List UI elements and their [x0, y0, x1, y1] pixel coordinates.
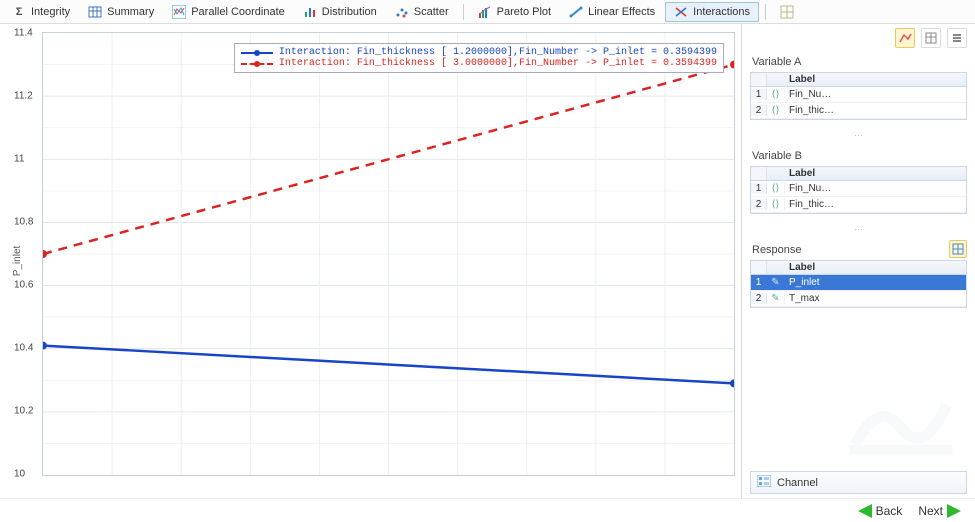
interactions-icon — [674, 5, 688, 19]
tab-label: Interactions — [693, 6, 750, 18]
tab-label: Summary — [107, 6, 154, 18]
legend-text: Interaction: Fin_thickness [ 3.0000000],… — [279, 58, 717, 69]
tab-extra-grid[interactable] — [772, 2, 802, 22]
overflow-indicator: … — [742, 126, 975, 146]
tab-interactions[interactable]: Interactions — [665, 2, 759, 22]
back-label: Back — [876, 504, 903, 518]
y-tick: 11.4 — [14, 28, 33, 39]
legend-item: .legend-row:nth-child(2) .lg-line::after… — [241, 58, 717, 69]
response-icon: ✎ — [767, 277, 785, 288]
side-panel: Variable A Label 1⟨⟩Fin_Nu… 2⟨⟩Fin_thic…… — [742, 24, 975, 498]
row-label: Fin_Nu… — [785, 88, 966, 101]
variable-b-label: Variable B — [742, 146, 975, 164]
list-view-button[interactable] — [947, 28, 967, 48]
next-button[interactable]: Next — [918, 504, 961, 518]
row-label: Fin_thic… — [785, 104, 966, 117]
channel-icon — [757, 475, 771, 490]
table-row[interactable]: 1⟨⟩Fin_Nu… — [751, 181, 966, 197]
legend-item: .legend-row:nth-child(1) .lg-line::after… — [241, 47, 717, 58]
y-tick: 11 — [14, 154, 24, 165]
footer-nav: Back Next — [0, 498, 975, 522]
top-toolbar: Σ Integrity Summary Parallel Coordinate … — [0, 0, 975, 24]
tab-label: Integrity — [31, 6, 70, 18]
variable-a-table: Label 1⟨⟩Fin_Nu… 2⟨⟩Fin_thic… — [750, 72, 967, 120]
y-tick: 11.2 — [14, 91, 33, 102]
tab-integrity[interactable]: Σ Integrity — [4, 2, 78, 22]
y-axis-label: P_inlet — [12, 246, 23, 277]
tab-pareto-plot[interactable]: Pareto Plot — [470, 2, 559, 22]
column-header: Label — [785, 167, 966, 180]
row-label: T_max — [785, 292, 966, 305]
bar-chart-icon — [303, 5, 317, 19]
table-row[interactable]: 2⟨⟩Fin_thic… — [751, 197, 966, 213]
y-tick: 10.6 — [14, 280, 33, 291]
variable-icon: ⟨⟩ — [767, 183, 785, 194]
arrow-right-icon — [947, 504, 961, 518]
variable-a-label: Variable A — [742, 52, 975, 70]
row-label: Fin_thic… — [785, 198, 966, 211]
arrow-left-icon — [858, 504, 872, 518]
column-header: Label — [785, 73, 966, 86]
response-label: Response — [742, 240, 812, 258]
y-tick: 10.2 — [14, 406, 33, 417]
scatter-icon — [395, 5, 409, 19]
grid-icon — [780, 5, 794, 19]
tab-label: Distribution — [322, 6, 377, 18]
row-label: P_inlet — [785, 276, 966, 289]
table-view-button[interactable] — [921, 28, 941, 48]
variable-icon: ⟨⟩ — [767, 199, 785, 210]
table-icon — [88, 5, 102, 19]
y-tick: 10.4 — [14, 343, 33, 354]
sigma-icon: Σ — [12, 5, 26, 19]
y-tick: 10 — [14, 469, 25, 480]
response-grid-button[interactable] — [949, 240, 967, 258]
tab-label: Pareto Plot — [497, 6, 551, 18]
variable-icon: ⟨⟩ — [767, 89, 785, 100]
y-tick: 10.8 — [14, 217, 33, 228]
channel-selector[interactable]: Channel — [750, 471, 967, 494]
linear-icon — [569, 5, 583, 19]
tab-linear-effects[interactable]: Linear Effects — [561, 2, 663, 22]
variable-b-table: Label 1⟨⟩Fin_Nu… 2⟨⟩Fin_thic… — [750, 166, 967, 214]
overflow-indicator: … — [742, 220, 975, 240]
tab-label: Parallel Coordinate — [191, 6, 285, 18]
table-row[interactable]: 2⟨⟩Fin_thic… — [751, 103, 966, 119]
row-label: Fin_Nu… — [785, 182, 966, 195]
channel-label: Channel — [777, 477, 818, 489]
line-chart-button[interactable] — [895, 28, 915, 48]
column-header: Label — [785, 261, 966, 274]
parallel-icon — [172, 5, 186, 19]
table-row[interactable]: 1⟨⟩Fin_Nu… — [751, 87, 966, 103]
tab-label: Linear Effects — [588, 6, 655, 18]
legend-text: Interaction: Fin_thickness [ 1.2000000],… — [279, 47, 717, 58]
back-button[interactable]: Back — [858, 504, 903, 518]
tab-summary[interactable]: Summary — [80, 2, 162, 22]
main-area: P_inlet 11.4 11.2 11 10.8 10.6 10.4 10.2… — [0, 24, 975, 498]
pareto-icon — [478, 5, 492, 19]
toolbar-divider — [463, 4, 464, 20]
plot-canvas[interactable]: .legend-row:nth-child(1) .lg-line::after… — [42, 32, 735, 476]
tab-scatter[interactable]: Scatter — [387, 2, 457, 22]
side-tool-row — [742, 24, 975, 52]
tab-parallel-coordinate[interactable]: Parallel Coordinate — [164, 2, 293, 22]
variable-icon: ⟨⟩ — [767, 105, 785, 116]
table-row[interactable]: 2✎T_max — [751, 291, 966, 307]
table-row[interactable]: 1✎P_inlet — [751, 275, 966, 291]
legend-swatch-icon: .legend-row:nth-child(1) .lg-line::after… — [241, 52, 273, 54]
tab-label: Scatter — [414, 6, 449, 18]
toolbar-divider — [765, 4, 766, 20]
response-icon: ✎ — [767, 293, 785, 304]
next-label: Next — [918, 504, 943, 518]
tab-distribution[interactable]: Distribution — [295, 2, 385, 22]
legend-swatch-icon: .legend-row:nth-child(2) .lg-line::after… — [241, 63, 273, 65]
response-table: Label 1✎P_inlet 2✎T_max — [750, 260, 967, 308]
chart-legend: .legend-row:nth-child(1) .lg-line::after… — [234, 43, 724, 73]
chart-area: P_inlet 11.4 11.2 11 10.8 10.6 10.4 10.2… — [0, 24, 742, 498]
